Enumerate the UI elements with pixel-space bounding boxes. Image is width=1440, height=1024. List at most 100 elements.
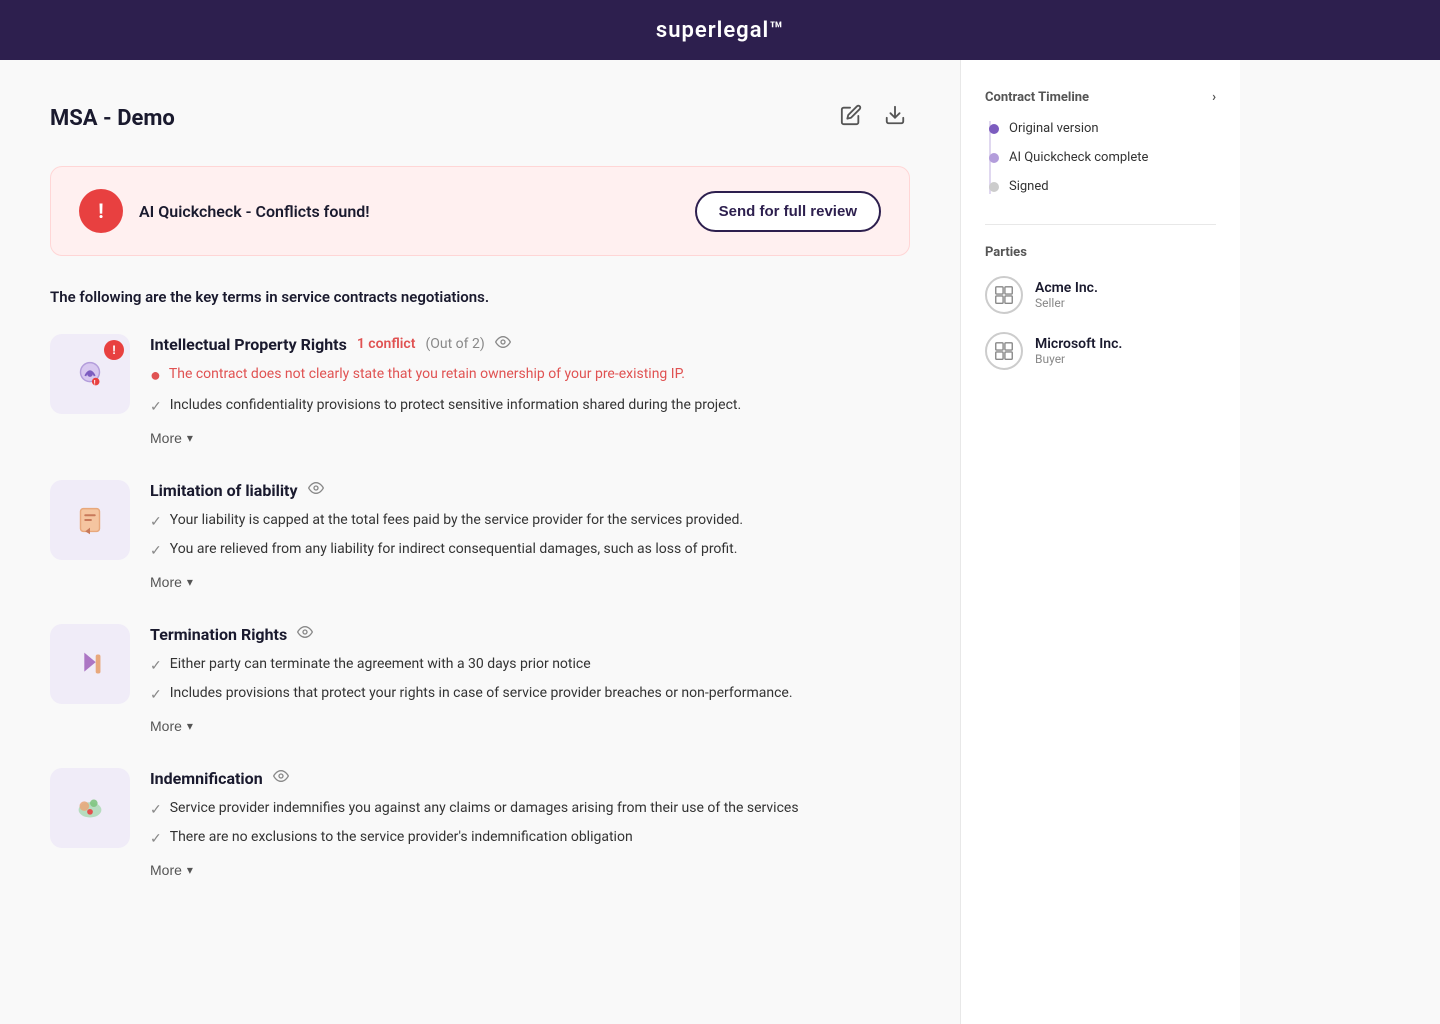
- svg-text:!: !: [94, 378, 96, 386]
- term-header-indemnification: Indemnification: [150, 768, 910, 788]
- timeline-label: Original version: [1009, 121, 1099, 136]
- sidebar: Contract Timeline › Original version AI …: [960, 60, 1240, 1024]
- term-items-termination: ✓ Either party can terminate the agreeme…: [150, 654, 910, 706]
- more-button-indemnification[interactable]: More ▾: [150, 860, 193, 880]
- checkmark-icon: ✓: [150, 541, 162, 562]
- term-items-ip: ● The contract does not clearly state th…: [150, 364, 910, 418]
- alert-icon: !: [79, 189, 123, 233]
- timeline-dot: [989, 124, 999, 134]
- conflict-label: 1 conflict: [357, 336, 416, 352]
- page-title: MSA - Demo: [50, 106, 175, 131]
- parties-title: Parties: [985, 224, 1216, 260]
- timeline-dot: [989, 153, 999, 163]
- timeline-title: Contract Timeline: [985, 90, 1089, 105]
- conflict-dot-icon: ●: [150, 362, 161, 389]
- section-intro: The following are the key terms in servi…: [50, 288, 910, 306]
- term-card-ip: ! ! Intellectual Property Rights 1 confl…: [50, 334, 910, 448]
- term-card-liability: Limitation of liability ✓ Your liability…: [50, 480, 910, 592]
- term-card-indemnification: Indemnification ✓ Service provider indem…: [50, 768, 910, 880]
- timeline-label: AI Quickcheck complete: [1009, 150, 1148, 165]
- eye-icon[interactable]: [308, 480, 324, 500]
- checkmark-icon: ✓: [150, 685, 162, 706]
- checkmark-icon: ✓: [150, 829, 162, 850]
- term-body-termination: Termination Rights ✓ Either party can te…: [150, 624, 910, 736]
- check-item: ✓ Includes confidentiality provisions to…: [150, 395, 910, 418]
- timeline-dot: [989, 182, 999, 192]
- termination-icon-svg: [71, 645, 109, 683]
- alert-banner: ! AI Quickcheck - Conflicts found! Send …: [50, 166, 910, 256]
- more-button-ip[interactable]: More ▾: [150, 428, 193, 448]
- term-icon-box-indemnification: [50, 768, 130, 848]
- term-body-indemnification: Indemnification ✓ Service provider indem…: [150, 768, 910, 880]
- party-role: Seller: [1035, 296, 1098, 310]
- check-item: ✓ Service provider indemnifies you again…: [150, 798, 910, 821]
- timeline-label: Signed: [1009, 179, 1049, 194]
- term-icon-box-termination: [50, 624, 130, 704]
- edit-button[interactable]: [836, 100, 866, 136]
- term-body-ip: Intellectual Property Rights 1 conflict …: [150, 334, 910, 448]
- app-logo: superlegal™: [656, 18, 784, 43]
- term-items-indemnification: ✓ Service provider indemnifies you again…: [150, 798, 910, 850]
- chevron-down-icon: ▾: [187, 431, 193, 445]
- send-review-button[interactable]: Send for full review: [695, 191, 881, 232]
- conflict-item: ● The contract does not clearly state th…: [150, 364, 910, 389]
- alert-left: ! AI Quickcheck - Conflicts found!: [79, 189, 370, 233]
- eye-icon[interactable]: [297, 624, 313, 644]
- term-icon-box-liability: [50, 480, 130, 560]
- eye-icon[interactable]: [273, 768, 289, 788]
- timeline-chevron: ›: [1212, 90, 1216, 105]
- checkmark-icon: ✓: [150, 800, 162, 821]
- out-of-label: (Out of 2): [425, 336, 484, 352]
- term-header-termination: Termination Rights: [150, 624, 910, 644]
- term-title-termination: Termination Rights: [150, 625, 287, 644]
- page-layout: MSA - Demo: [0, 60, 1440, 1024]
- term-header-liability: Limitation of liability: [150, 480, 910, 500]
- app-header: superlegal™: [0, 0, 1440, 60]
- party-icon: [985, 332, 1023, 370]
- parties-list: Acme Inc. Seller Microsoft Inc. Buyer: [985, 276, 1216, 370]
- term-body-liability: Limitation of liability ✓ Your liability…: [150, 480, 910, 592]
- more-label: More: [150, 862, 182, 878]
- more-label: More: [150, 718, 182, 734]
- download-button[interactable]: [880, 100, 910, 136]
- timeline-section-header[interactable]: Contract Timeline ›: [985, 90, 1216, 105]
- alert-message: AI Quickcheck - Conflicts found!: [139, 202, 370, 221]
- terms-list: ! ! Intellectual Property Rights 1 confl…: [50, 334, 910, 880]
- check-item: ✓ Your liability is capped at the total …: [150, 510, 910, 533]
- timeline-item: AI Quickcheck complete: [999, 150, 1216, 165]
- timeline-item: Original version: [999, 121, 1216, 136]
- party-item: Microsoft Inc. Buyer: [985, 332, 1216, 370]
- term-items-liability: ✓ Your liability is capped at the total …: [150, 510, 910, 562]
- party-name: Microsoft Inc.: [1035, 336, 1122, 352]
- party-info: Microsoft Inc. Buyer: [1035, 336, 1122, 366]
- term-title-ip: Intellectual Property Rights: [150, 335, 347, 354]
- checkmark-icon: ✓: [150, 512, 162, 533]
- indemnification-icon-svg: [71, 789, 109, 827]
- more-label: More: [150, 430, 182, 446]
- party-info: Acme Inc. Seller: [1035, 280, 1098, 310]
- chevron-down-icon: ▾: [187, 575, 193, 589]
- term-header-ip: Intellectual Property Rights 1 conflict …: [150, 334, 910, 354]
- timeline-item: Signed: [999, 179, 1216, 194]
- term-title-indemnification: Indemnification: [150, 769, 263, 788]
- liability-icon-svg: [71, 501, 109, 539]
- party-role: Buyer: [1035, 352, 1122, 366]
- eye-icon[interactable]: [495, 334, 511, 354]
- checkmark-icon: ✓: [150, 397, 162, 418]
- check-item: ✓ There are no exclusions to the service…: [150, 827, 910, 850]
- check-item: ✓ You are relieved from any liability fo…: [150, 539, 910, 562]
- more-label: More: [150, 574, 182, 590]
- check-item: ✓ Includes provisions that protect your …: [150, 683, 910, 706]
- download-icon: [884, 104, 906, 126]
- ip-icon-svg: !: [71, 355, 109, 393]
- more-button-termination[interactable]: More ▾: [150, 716, 193, 736]
- chevron-down-icon: ▾: [187, 863, 193, 877]
- main-content: MSA - Demo: [0, 60, 960, 1024]
- timeline-list: Original version AI Quickcheck complete …: [989, 121, 1216, 194]
- term-icon-box-ip: ! !: [50, 334, 130, 414]
- checkmark-icon: ✓: [150, 656, 162, 677]
- party-icon: [985, 276, 1023, 314]
- more-button-liability[interactable]: More ▾: [150, 572, 193, 592]
- edit-icon: [840, 104, 862, 126]
- title-row: MSA - Demo: [50, 100, 910, 136]
